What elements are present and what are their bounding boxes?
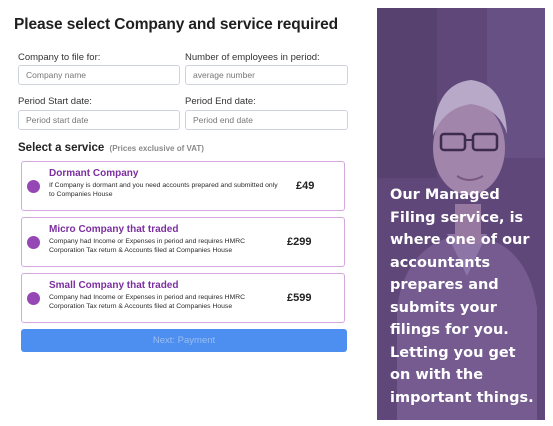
radio-selected-icon[interactable] (27, 180, 40, 193)
employees-label: Number of employees in period: (185, 52, 320, 63)
period-end-input[interactable] (185, 110, 348, 130)
vat-note: (Prices exclusive of VAT) (109, 144, 204, 153)
service-card-dormant[interactable]: Dormant Company If Company is dormant an… (21, 161, 345, 211)
service-card-micro[interactable]: Micro Company that traded Company had In… (21, 217, 345, 267)
employees-input[interactable] (185, 65, 348, 85)
service-price: £299 (287, 236, 312, 248)
service-name: Micro Company that traded (49, 224, 179, 235)
service-price: £49 (296, 180, 315, 192)
radio-selected-icon[interactable] (27, 236, 40, 249)
period-end-label: Period End date: (185, 96, 256, 107)
service-section-title: Select a service (Prices exclusive of VA… (18, 142, 204, 154)
service-price: £599 (287, 292, 312, 304)
promo-text: Our Managed Filing service, is where one… (390, 187, 534, 406)
service-description: If Company is dormant and you need accou… (49, 182, 278, 198)
company-name-input[interactable] (18, 65, 180, 85)
service-name: Small Company that traded (49, 280, 179, 291)
company-label: Company to file for: (18, 52, 101, 63)
radio-selected-icon[interactable] (27, 292, 40, 305)
period-start-label: Period Start date: (18, 96, 92, 107)
next-payment-button[interactable]: Next: Payment (21, 329, 347, 352)
service-card-small[interactable]: Small Company that traded Company had In… (21, 273, 345, 323)
promo-panel: Our Managed Filing service, is where one… (377, 8, 545, 420)
service-title: Select a service (18, 142, 105, 154)
service-name: Dormant Company (49, 168, 139, 179)
service-description: Company had Income or Expenses in period… (49, 294, 246, 310)
period-start-input[interactable] (18, 110, 180, 130)
service-description: Company had Income or Expenses in period… (49, 238, 246, 254)
form-title: Please select Company and service requir… (14, 16, 339, 33)
